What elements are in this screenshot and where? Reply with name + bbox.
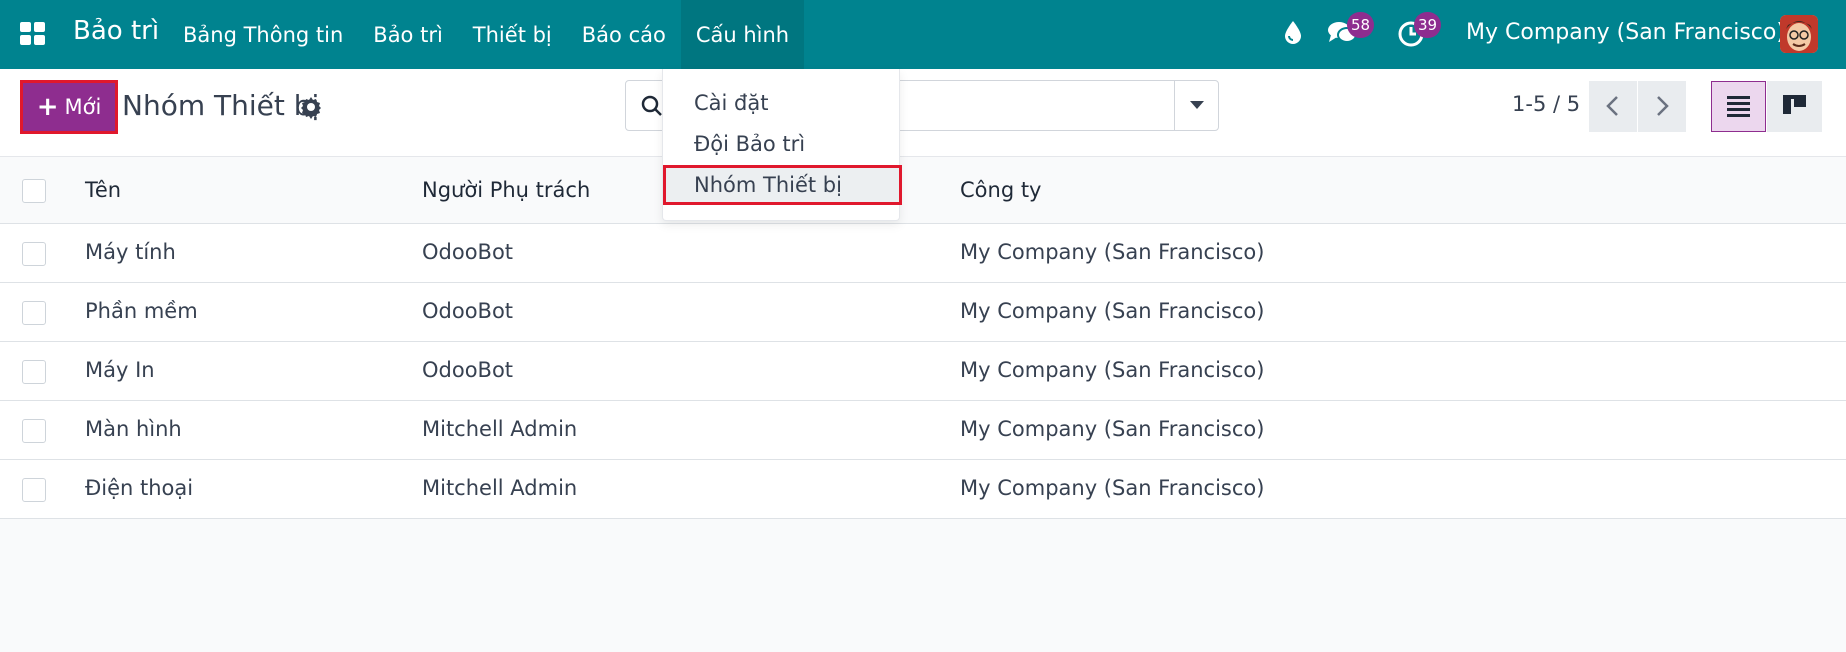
page-title: Nhóm Thiết bị: [122, 89, 320, 122]
table-row[interactable]: Màn hình Mitchell Admin My Company (San …: [0, 401, 1846, 460]
configuration-dropdown: Cài đặt Đội Bảo trì Nhóm Thiết bị: [662, 69, 902, 221]
menu-configuration[interactable]: Cấu hình: [680, 0, 805, 69]
avatar[interactable]: [1780, 15, 1818, 53]
cell-name: Máy In: [85, 358, 155, 382]
app-name[interactable]: Bảo trì: [73, 16, 159, 46]
menu-equipment[interactable]: Thiết bị: [458, 0, 567, 69]
column-header-name[interactable]: Tên: [85, 178, 121, 202]
table-row[interactable]: Máy In OdooBot My Company (San Francisco…: [0, 342, 1846, 401]
row-checkbox[interactable]: [22, 360, 46, 384]
new-button-label: Mới: [64, 95, 102, 119]
apps-grid-icon[interactable]: [20, 22, 46, 46]
drop-icon[interactable]: [1283, 20, 1303, 50]
cell-company: My Company (San Francisco): [960, 299, 1265, 323]
cell-company: My Company (San Francisco): [960, 476, 1265, 500]
search-options-toggle[interactable]: [1174, 81, 1218, 130]
menu-maintenance[interactable]: Bảo trì: [358, 0, 458, 69]
menu-reporting[interactable]: Báo cáo: [567, 0, 681, 69]
cell-responsible: OdooBot: [422, 299, 514, 323]
activities-badge: 39: [1414, 12, 1442, 38]
cell-responsible: Mitchell Admin: [422, 417, 578, 441]
search-icon: [640, 94, 664, 118]
control-panel: + Mới Nhóm Thiết bị 1-5 / 5: [0, 69, 1846, 157]
column-header-company[interactable]: Công ty: [960, 178, 1042, 202]
messages-badge: 58: [1347, 12, 1375, 38]
dropdown-item-maintenance-teams[interactable]: Đội Bảo trì: [663, 124, 901, 164]
row-checkbox[interactable]: [22, 478, 46, 502]
cell-name: Màn hình: [85, 417, 182, 441]
cell-company: My Company (San Francisco): [960, 358, 1265, 382]
list-view-button[interactable]: [1711, 81, 1766, 132]
equipment-category-table: Tên Người Phụ trách Công ty Máy tính Odo…: [0, 157, 1846, 519]
cell-responsible: OdooBot: [422, 358, 514, 382]
column-header-responsible[interactable]: Người Phụ trách: [422, 178, 590, 202]
kanban-view-button[interactable]: [1767, 81, 1822, 132]
cell-name: Máy tính: [85, 240, 176, 264]
clock-icon[interactable]: 39: [1398, 12, 1442, 52]
main-menu: Bảng Thông tin Bảo trì Thiết bị Báo cáo …: [168, 0, 805, 69]
cell-name: Điện thoại: [85, 476, 194, 500]
table-row[interactable]: Máy tính OdooBot My Company (San Francis…: [0, 224, 1846, 283]
table-header: Tên Người Phụ trách Công ty: [0, 157, 1846, 224]
company-switcher[interactable]: My Company (San Francisco): [1466, 20, 1785, 45]
cell-company: My Company (San Francisco): [960, 240, 1265, 264]
plus-icon: +: [36, 92, 59, 122]
gear-icon[interactable]: [299, 95, 323, 119]
cell-responsible: Mitchell Admin: [422, 476, 578, 500]
table-row[interactable]: Điện thoại Mitchell Admin My Company (Sa…: [0, 460, 1846, 519]
menu-dashboard[interactable]: Bảng Thông tin: [168, 0, 358, 69]
cell-company: My Company (San Francisco): [960, 417, 1265, 441]
cell-name: Phần mềm: [85, 299, 198, 323]
new-button[interactable]: + Mới: [20, 80, 118, 134]
dropdown-item-equipment-categories[interactable]: Nhóm Thiết bị: [663, 165, 902, 205]
chat-icon[interactable]: 58: [1327, 12, 1375, 50]
pager-previous-button[interactable]: [1589, 81, 1637, 132]
row-checkbox[interactable]: [22, 242, 46, 266]
dropdown-item-settings[interactable]: Cài đặt: [663, 83, 901, 123]
top-navbar: Bảo trì Bảng Thông tin Bảo trì Thiết bị …: [0, 0, 1846, 69]
row-checkbox[interactable]: [22, 301, 46, 325]
pager-value[interactable]: 1-5 / 5: [1512, 92, 1580, 116]
table-row[interactable]: Phần mềm OdooBot My Company (San Francis…: [0, 283, 1846, 342]
pager-next-button[interactable]: [1638, 81, 1686, 132]
cell-responsible: OdooBot: [422, 240, 514, 264]
row-checkbox[interactable]: [22, 419, 46, 443]
select-all-checkbox[interactable]: [22, 179, 46, 203]
